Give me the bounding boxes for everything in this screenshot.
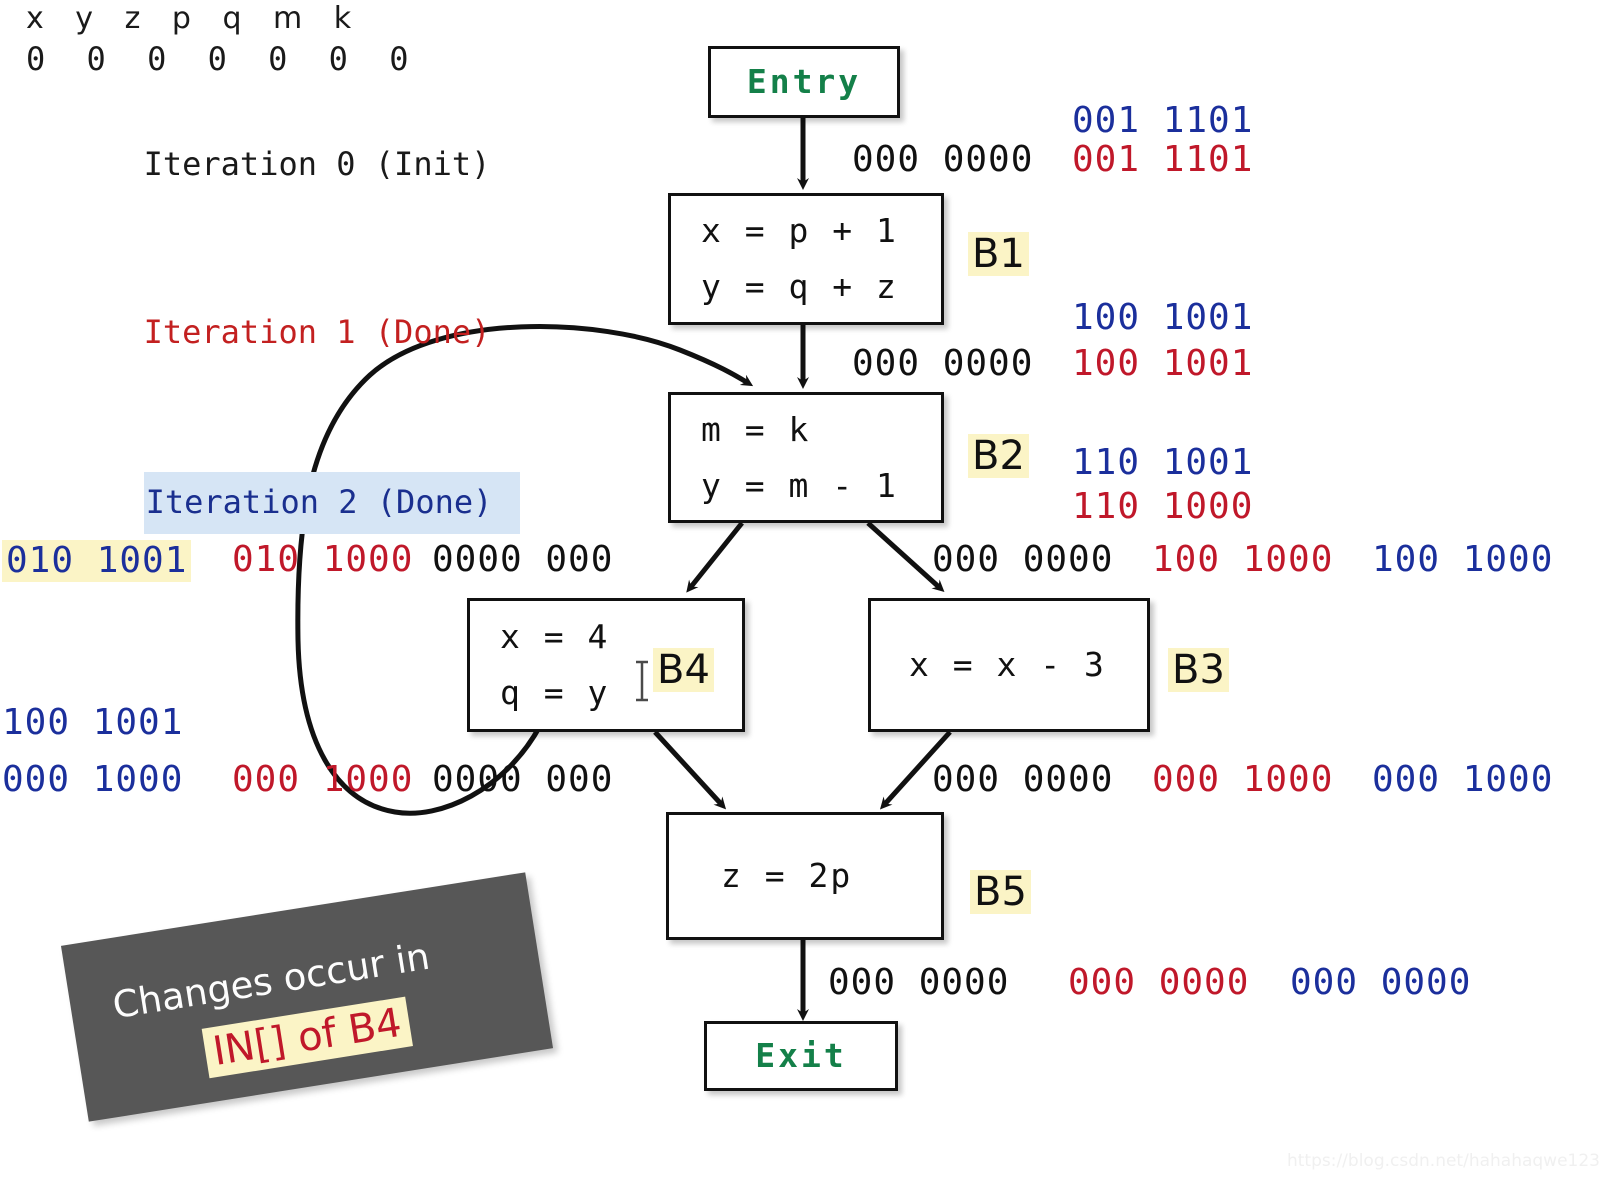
cfg-node-b5[interactable]: z = 2p bbox=[666, 812, 944, 940]
bits-b1-b2-black: 000 0000 bbox=[852, 343, 1034, 384]
bits-b1-b2-red: 100 1001 bbox=[1072, 343, 1254, 384]
cfg-block-tag-b2: B2 bbox=[968, 434, 1029, 478]
bits-b2-b4-red: 010 1000 bbox=[232, 539, 414, 580]
bits-b3-b5-black: 000 0000 bbox=[932, 759, 1114, 800]
diagram-canvas: x y z p q m k 0 0 0 0 0 0 0 Iteration 0 … bbox=[0, 0, 1608, 1177]
bits-b5-exit-black: 000 0000 bbox=[828, 962, 1010, 1003]
legend-initial-values: 0 0 0 0 0 0 0 bbox=[26, 40, 420, 78]
bits-b2-b4-blue-highlighted: 010 1001 bbox=[2, 540, 192, 582]
cfg-block-tag-b5: B5 bbox=[970, 870, 1031, 914]
bits-b4-b5-red: 000 1000 bbox=[232, 759, 414, 800]
edge-b4-b5 bbox=[653, 730, 727, 810]
cfg-stmt: z = 2p bbox=[721, 856, 853, 895]
bits-b2-b3-blue: 100 1000 bbox=[1372, 539, 1554, 580]
cfg-node-b1[interactable]: x = p + 1 y = q + z bbox=[668, 193, 944, 325]
watermark: https://blog.csdn.net/hahahaqwe123 bbox=[1286, 1151, 1600, 1171]
annotation-banner-line2: IN[] of B4 bbox=[201, 996, 413, 1079]
legend-iteration-0-label: Iteration 0 (Init) bbox=[143, 145, 491, 183]
legend-iteration-1: Iteration 1 (Done) bbox=[26, 248, 520, 416]
bits-b3-b5-blue: 000 1000 bbox=[1372, 759, 1554, 800]
cfg-stmt: m = k bbox=[701, 409, 811, 449]
bits-entry-b1-red: 001 1101 bbox=[1072, 139, 1254, 180]
cfg-block-tag-b3: B3 bbox=[1168, 648, 1229, 692]
bits-b3-b5-red: 000 1000 bbox=[1152, 759, 1334, 800]
bits-b1-b2-blue: 100 1001 bbox=[1072, 297, 1254, 338]
legend: x y z p q m k 0 0 0 0 0 0 0 Iteration 0 … bbox=[26, 0, 521, 590]
bits-b4-left-upper-blue: 100 1001 bbox=[2, 702, 184, 743]
legend-iteration-2-label: Iteration 2 (Done) bbox=[143, 472, 521, 534]
bits-entry-b1-black: 000 0000 bbox=[852, 139, 1034, 180]
cfg-stmt: x = x - 3 bbox=[909, 645, 1106, 684]
bits-b5-exit-red: 000 0000 bbox=[1068, 962, 1250, 1003]
cfg-stmt: y = q + z bbox=[701, 267, 898, 306]
cfg-stmt: y = m - 1 bbox=[701, 465, 898, 505]
cfg-node-b3[interactable]: x = x - 3 bbox=[868, 598, 1150, 732]
bits-b2-b3-black: 000 0000 bbox=[932, 539, 1114, 580]
edge-b2-b3 bbox=[866, 521, 945, 593]
bits-entry-b1-blue: 001 1101 bbox=[1072, 100, 1254, 141]
legend-iteration-0: Iteration 0 (Init) bbox=[26, 80, 520, 248]
bits-b4-b5-black: 0000 000 bbox=[432, 759, 614, 800]
cfg-node-entry[interactable]: Entry bbox=[708, 46, 900, 118]
bits-b2-b4-black: 0000 000 bbox=[432, 539, 614, 580]
bits-b4-b5-blue: 000 1000 bbox=[2, 759, 184, 800]
bits-b5-exit-blue: 000 0000 bbox=[1290, 962, 1472, 1003]
legend-variables: x y z p q m k bbox=[26, 1, 363, 36]
cfg-block-tag-b4: B4 bbox=[653, 648, 714, 692]
cfg-stmt: x = p + 1 bbox=[701, 211, 898, 250]
bits-b2-b3-red: 100 1000 bbox=[1152, 539, 1334, 580]
edge-b2-b4 bbox=[686, 521, 744, 593]
legend-iteration-1-label: Iteration 1 (Done) bbox=[143, 313, 491, 351]
cfg-node-entry-label: Entry bbox=[746, 62, 862, 101]
cfg-node-exit-label: Exit bbox=[755, 1036, 847, 1075]
bits-b2-right-red: 110 1000 bbox=[1072, 486, 1254, 527]
cfg-block-tag-b1: B1 bbox=[968, 232, 1029, 276]
cfg-node-exit[interactable]: Exit bbox=[704, 1021, 898, 1091]
bits-b2-right-blue: 110 1001 bbox=[1072, 442, 1254, 483]
text-cursor-ibeam bbox=[636, 660, 648, 702]
cfg-node-b2[interactable]: m = k y = m - 1 bbox=[668, 392, 944, 523]
